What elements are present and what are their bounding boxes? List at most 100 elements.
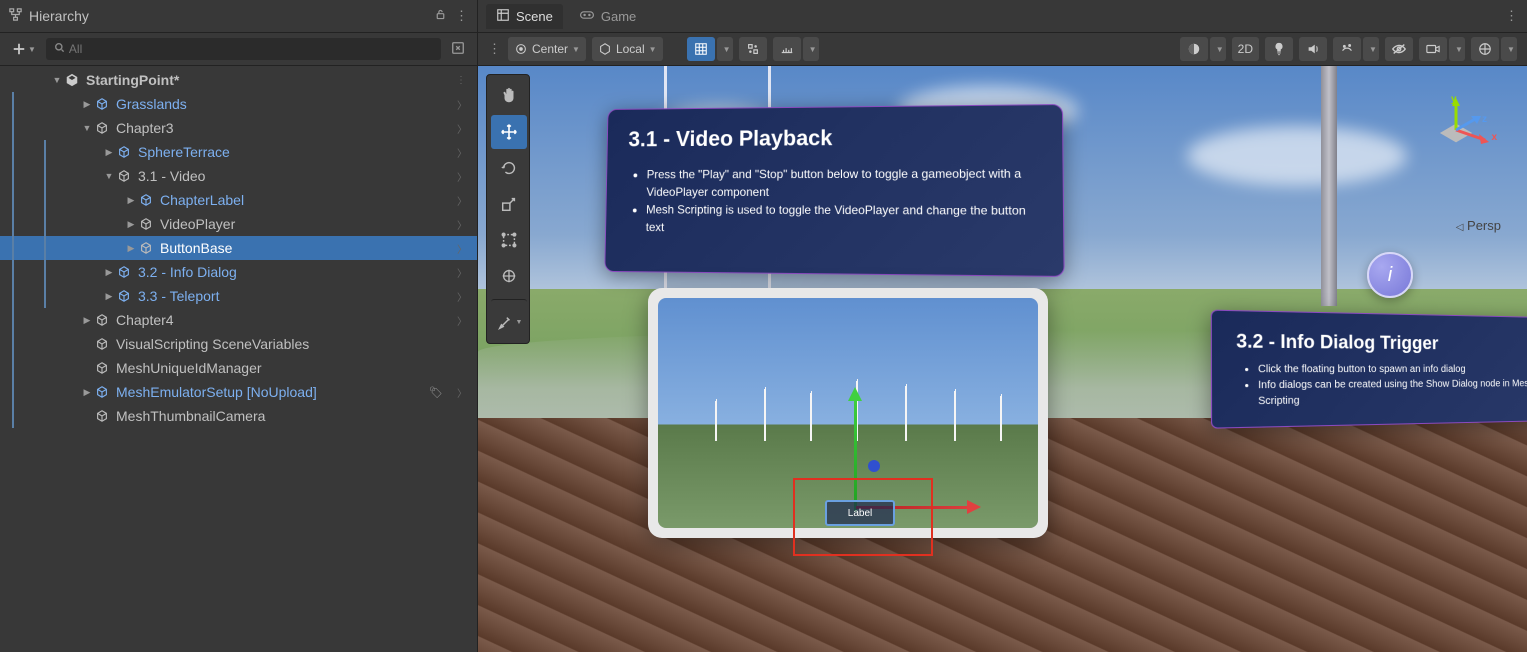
visibility-toggle[interactable]: [1385, 37, 1413, 61]
tab-game[interactable]: Game: [569, 4, 646, 29]
hierarchy-item[interactable]: ▶ SphereTerrace 〉: [0, 140, 477, 164]
item-label: SphereTerrace: [138, 144, 230, 160]
item-menu-icon[interactable]: ⋮: [456, 75, 467, 86]
expand-arrow-icon[interactable]: ▶: [80, 315, 94, 326]
tag-icon: 🏷: [429, 386, 443, 399]
rect-tool[interactable]: [491, 223, 527, 257]
wind-turbine: [1321, 66, 1337, 306]
snap-increment-button[interactable]: [739, 37, 767, 61]
grid-snap-button[interactable]: [687, 37, 715, 61]
rotate-tool[interactable]: [491, 151, 527, 185]
scale-tool[interactable]: [491, 187, 527, 221]
lock-icon[interactable]: [434, 8, 447, 24]
space-dropdown[interactable]: Local ▼: [592, 37, 663, 61]
scene-toolbar: ⋮ Center ▼ Local ▼ ▼ ▼ ▼ 2D: [478, 33, 1527, 66]
chevron-right-icon: 〉: [457, 265, 467, 280]
scene-panel: Scene Game ⋮ ⋮ Center ▼ Local ▼ ▼: [478, 0, 1527, 652]
item-label: MeshThumbnailCamera: [116, 408, 265, 424]
gameobject-icon: [94, 312, 110, 328]
pivot-dropdown[interactable]: Center ▼: [508, 37, 586, 61]
chevron-right-icon: 〉: [457, 169, 467, 184]
scene-viewport[interactable]: ▼ 3.1 - Video Playback Press the "Play" …: [478, 66, 1527, 652]
hierarchy-toolbar: ▼: [0, 33, 477, 66]
button-base-object[interactable]: Label: [825, 500, 895, 526]
gizmos-toggle[interactable]: [1471, 37, 1499, 61]
game-tab-icon: [579, 8, 595, 25]
chevron-right-icon: 〉: [457, 121, 467, 136]
hierarchy-tree[interactable]: ▼ StartingPoint* ⋮ ▶ Grasslands 〉 ▼ Chap…: [0, 66, 477, 652]
expand-arrow-icon[interactable]: ▶: [80, 387, 94, 398]
tab-scene[interactable]: Scene: [486, 4, 563, 29]
shading-dropdown[interactable]: ▼: [1210, 37, 1226, 61]
toolbar-menu-left-icon[interactable]: ⋮: [488, 41, 502, 57]
hierarchy-item[interactable]: ▶ ChapterLabel 〉: [0, 188, 477, 212]
expand-arrow-icon[interactable]: ▶: [102, 291, 116, 302]
grid-dropdown[interactable]: ▼: [717, 37, 733, 61]
scene-root[interactable]: ▼ StartingPoint* ⋮: [0, 68, 477, 92]
move-tool[interactable]: [491, 115, 527, 149]
shading-mode-button[interactable]: [1180, 37, 1208, 61]
hierarchy-item[interactable]: ▶ VideoPlayer 〉: [0, 212, 477, 236]
snap-settings-dropdown[interactable]: ▼: [803, 37, 819, 61]
hierarchy-item[interactable]: ▶ Grasslands 〉: [0, 92, 477, 116]
info-button[interactable]: i: [1367, 252, 1413, 298]
expand-arrow-icon[interactable]: ▶: [124, 243, 138, 254]
expand-arrow-icon[interactable]: ▶: [124, 219, 138, 230]
expand-arrow-icon[interactable]: ▼: [102, 171, 116, 181]
hierarchy-item[interactable]: ▶ MeshEmulatorSetup [NoUpload] 🏷 〉: [0, 380, 477, 404]
gameobject-icon: [116, 144, 132, 160]
2d-toggle[interactable]: 2D: [1232, 37, 1259, 61]
hierarchy-item[interactable]: MeshUniqueIdManager: [0, 356, 477, 380]
search-input[interactable]: [69, 42, 433, 56]
gizmo-z-axis[interactable]: [868, 460, 880, 472]
expand-arrow-icon[interactable]: ▼: [50, 75, 64, 85]
item-label: 3.1 - Video: [138, 168, 205, 184]
hierarchy-item[interactable]: ▶ ButtonBase 〉: [0, 236, 477, 260]
gameobject-icon: [138, 240, 154, 256]
audio-toggle[interactable]: [1299, 37, 1327, 61]
scene-name: StartingPoint*: [86, 72, 179, 88]
hierarchy-item[interactable]: ▶ Chapter4 〉: [0, 308, 477, 332]
pivot-label: Center: [532, 42, 568, 56]
fx-dropdown[interactable]: ▼: [1363, 37, 1379, 61]
hierarchy-item[interactable]: ▶ 3.2 - Info Dialog 〉: [0, 260, 477, 284]
expand-arrow-icon[interactable]: ▶: [80, 99, 94, 110]
item-label: Grasslands: [116, 96, 187, 112]
gameobject-icon: [138, 192, 154, 208]
gameobject-icon: [116, 168, 132, 184]
panel-menu-icon[interactable]: ⋮: [455, 8, 469, 24]
expand-arrow-icon[interactable]: ▶: [102, 267, 116, 278]
hierarchy-item[interactable]: VisualScripting SceneVariables: [0, 332, 477, 356]
camera-button[interactable]: [1419, 37, 1447, 61]
hierarchy-item[interactable]: ▼ 3.1 - Video 〉: [0, 164, 477, 188]
bullet-item: Click the floating button to spawn an in…: [1258, 362, 1527, 378]
orientation-gizmo[interactable]: y x z: [1423, 96, 1493, 166]
expand-arrow-icon[interactable]: ▶: [124, 195, 138, 206]
maximize-icon[interactable]: [447, 39, 469, 60]
tabs-menu-icon[interactable]: ⋮: [1505, 8, 1519, 24]
hierarchy-item[interactable]: ▶ 3.3 - Teleport 〉: [0, 284, 477, 308]
hierarchy-item[interactable]: ▼ Chapter3 〉: [0, 116, 477, 140]
gizmos-dropdown[interactable]: ▼: [1501, 37, 1517, 61]
snap-settings-button[interactable]: [773, 37, 801, 61]
hierarchy-icon: [8, 7, 23, 25]
transform-tool[interactable]: [491, 259, 527, 293]
bullet-item: Press the "Play" and "Stop" button below…: [646, 164, 1039, 201]
expand-arrow-icon[interactable]: ▶: [102, 147, 116, 158]
expand-arrow-icon[interactable]: ▼: [80, 123, 94, 133]
camera-projection-label[interactable]: ◁ Persp: [1456, 218, 1501, 233]
lighting-toggle[interactable]: [1265, 37, 1293, 61]
panel-title: 3.2 - Info Dialog Trigger: [1236, 330, 1527, 355]
fx-toggle[interactable]: [1333, 37, 1361, 61]
item-label: ButtonBase: [160, 240, 232, 256]
add-button[interactable]: ▼: [8, 40, 40, 58]
item-label: MeshUniqueIdManager: [116, 360, 262, 376]
tab-game-label: Game: [601, 9, 636, 24]
custom-tools-button[interactable]: ▼: [491, 299, 527, 339]
gameobject-icon: [94, 384, 110, 400]
camera-dropdown[interactable]: ▼: [1449, 37, 1465, 61]
item-label: ChapterLabel: [160, 192, 244, 208]
hand-tool[interactable]: [491, 79, 527, 113]
search-field[interactable]: [46, 38, 441, 60]
hierarchy-item[interactable]: MeshThumbnailCamera: [0, 404, 477, 428]
